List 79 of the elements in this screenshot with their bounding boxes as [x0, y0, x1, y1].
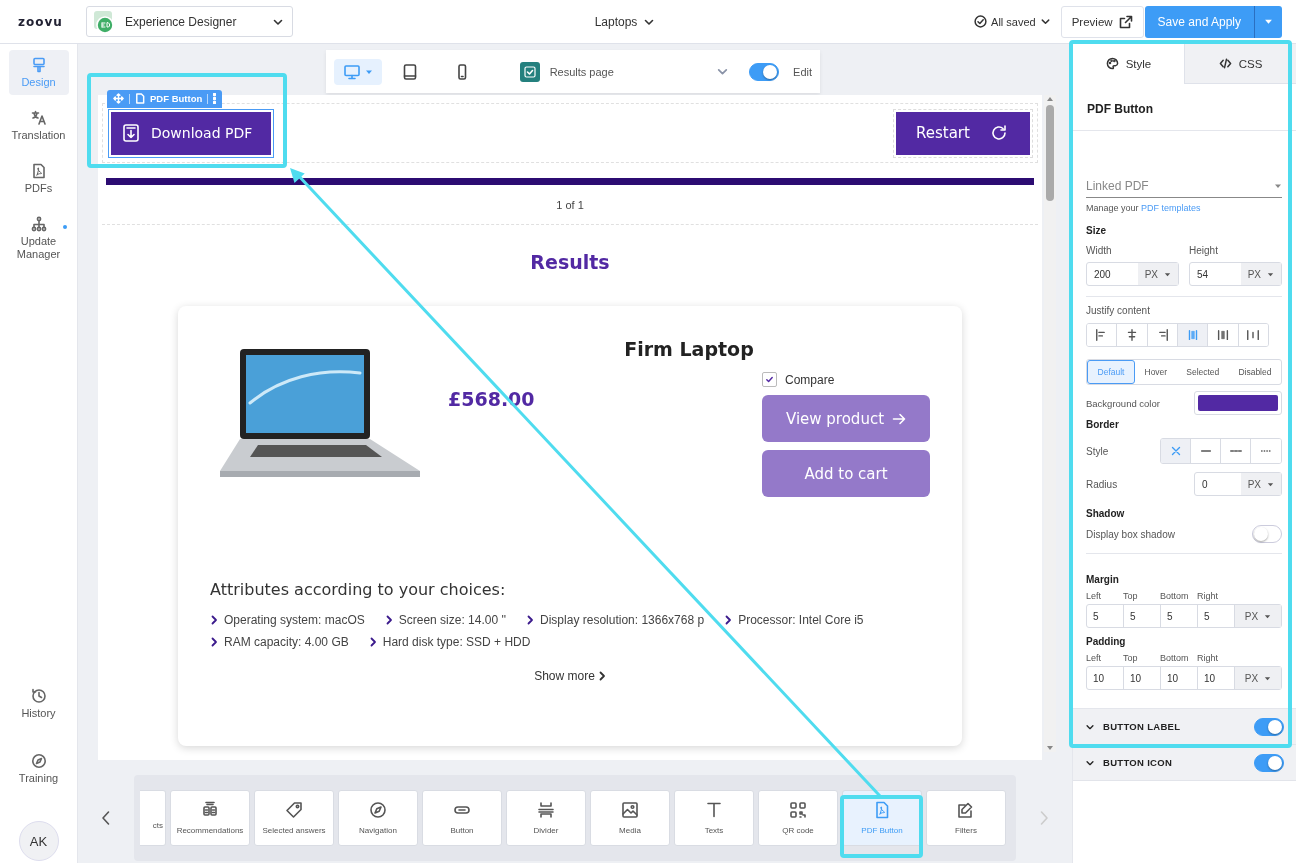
sidebar-item[interactable]: History: [8, 681, 69, 726]
input-field[interactable]: 10: [1124, 667, 1161, 689]
field-label: Display box shadow: [1086, 528, 1175, 540]
field-label: Bottom: [1160, 653, 1190, 663]
section-heading: Padding: [1086, 636, 1127, 647]
field-label: Width: [1086, 245, 1113, 256]
input-field[interactable]: 5: [1124, 605, 1161, 627]
radius-field[interactable]: 0 PX: [1194, 472, 1282, 496]
checkbox-label: Compare: [785, 372, 835, 387]
sidebar-item[interactable]: Update Manager: [8, 209, 69, 267]
avatar[interactable]: AK: [18, 821, 59, 861]
tab[interactable]: CSS: [1184, 44, 1296, 84]
page-selector[interactable]: Results page: [519, 61, 730, 82]
attribute-text: Screen size: 14.00 '': [398, 613, 507, 627]
state-tab[interactable]: Disabled: [1228, 360, 1281, 384]
field-label: Top: [1123, 591, 1139, 601]
sidebar-item[interactable]: Translation: [8, 103, 69, 148]
attribute-text: Operating system: macOS: [224, 613, 365, 627]
linked-pdf-dropdown[interactable]: Linked PDF: [1086, 175, 1282, 198]
width-field[interactable]: 200 PX: [1086, 262, 1179, 286]
field-label: Height: [1189, 245, 1219, 256]
unit-dropdown[interactable]: PX: [1235, 667, 1281, 689]
field-label: Justify content: [1086, 305, 1151, 316]
height-field[interactable]: 54 PX: [1189, 262, 1282, 286]
view-product-button[interactable]: View product: [762, 395, 930, 442]
attribute-text: Display resolution: 1366x768 p: [540, 613, 705, 627]
input-field[interactable]: 10: [1087, 667, 1124, 689]
field-label: Left: [1086, 653, 1102, 663]
state-tab[interactable]: Hover: [1135, 360, 1177, 384]
restart-button[interactable]: Restart: [896, 111, 1030, 155]
widget-tile[interactable]: Media: [590, 790, 670, 846]
progress-label: 1 of 1: [102, 185, 1038, 225]
field-label: Top: [1123, 653, 1139, 663]
save-status[interactable]: All saved: [974, 15, 1051, 28]
field-label: Radius: [1086, 478, 1118, 490]
widget-tile[interactable]: QR code: [758, 790, 838, 846]
widget-tile[interactable]: Filters: [926, 790, 1006, 846]
field-label: Background color: [1086, 397, 1161, 409]
preview-button[interactable]: Preview: [1060, 5, 1144, 38]
product-switcher[interactable]: Experience Designer: [86, 6, 293, 37]
sidebar-item[interactable]: PDFs: [8, 156, 69, 201]
field-label: Bottom: [1160, 591, 1190, 601]
download-pdf-button[interactable]: Download PDF: [111, 111, 271, 155]
section-heading: Shadow: [1086, 508, 1126, 519]
show-more-link[interactable]: Show more: [534, 669, 606, 683]
widget-tile[interactable]: Selected answers: [254, 790, 334, 846]
attributes-heading: Attributes according to your choices:: [210, 580, 507, 599]
input-field[interactable]: 5: [1161, 605, 1198, 627]
input-field[interactable]: 10: [1161, 667, 1198, 689]
field-label: Style: [1086, 445, 1109, 457]
section-heading: Size: [1086, 225, 1107, 236]
product-name: Firm Laptop: [623, 338, 755, 360]
widget-tile[interactable]: Divider: [506, 790, 586, 846]
add-to-cart-button[interactable]: Add to cart: [762, 450, 930, 497]
field-label: Right: [1197, 653, 1219, 663]
project-selector[interactable]: Laptops: [594, 14, 656, 29]
attribute-text: RAM capacity: 4.00 GB: [224, 635, 349, 649]
section-heading: Margin: [1086, 574, 1120, 585]
widget-tile[interactable]: Recommendations: [170, 790, 250, 846]
toggle-label: Edit: [793, 65, 812, 78]
field-label: Left: [1086, 591, 1102, 601]
widget-tile[interactable]: Button: [422, 790, 502, 846]
widget-tile[interactable]: cts: [140, 790, 166, 846]
panel-title: PDF Button: [1073, 84, 1296, 131]
widget-tile[interactable]: Navigation: [338, 790, 418, 846]
results-heading: Results: [530, 251, 610, 273]
logo[interactable]: zoovu: [18, 14, 68, 29]
section-heading: Border: [1086, 419, 1120, 430]
widget-tile[interactable]: Texts: [674, 790, 754, 846]
field-label: Right: [1197, 591, 1219, 601]
component-name: PDF Button: [150, 93, 203, 104]
input-field[interactable]: 5: [1087, 605, 1124, 627]
unit-dropdown[interactable]: PX: [1235, 605, 1281, 627]
accordion-header[interactable]: BUTTON LABEL: [1073, 709, 1296, 745]
help-text: Manage your PDF templates: [1086, 203, 1202, 213]
state-tab[interactable]: Selected: [1176, 360, 1229, 384]
sidebar-item[interactable]: Training: [8, 746, 69, 791]
attribute-text: Processor: Intel Core i5: [738, 613, 864, 627]
attribute-text: Hard disk type: SSD + HDD: [382, 635, 531, 649]
